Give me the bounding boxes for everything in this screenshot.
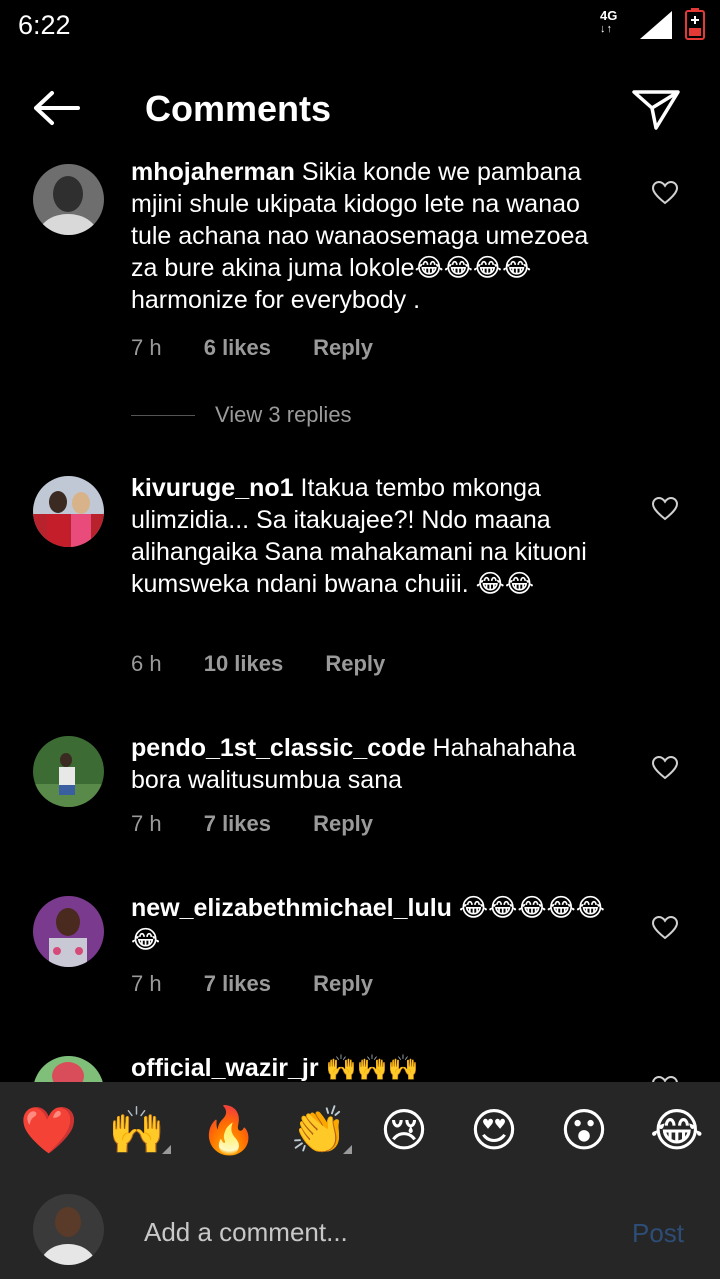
view-replies-label: View 3 replies: [215, 402, 352, 427]
replies-divider: [131, 414, 195, 416]
back-arrow-icon[interactable]: [28, 86, 84, 130]
comment-meta: 6 h 10 likes Reply: [131, 651, 421, 677]
comment-time: 7 h: [131, 971, 162, 996]
direct-share-icon[interactable]: [628, 84, 684, 134]
heart-eyes-emoji-button[interactable]: 😍: [470, 1100, 518, 1160]
page-title: Comments: [145, 88, 332, 129]
status-time: 6:22: [18, 10, 71, 40]
likes-count[interactable]: 7 likes: [204, 811, 271, 836]
crying-face-emoji-button[interactable]: 😢: [380, 1100, 428, 1160]
status-bar: 6:22 4G ↓↑: [0, 0, 720, 50]
likes-count[interactable]: 6 likes: [204, 335, 271, 360]
current-user-avatar: [33, 1194, 104, 1265]
fire-emoji-button[interactable]: 🔥: [200, 1100, 257, 1160]
comment-text: official_wazir_jr 🙌🙌🙌: [131, 1052, 621, 1082]
comment-meta: 7 h 7 likes Reply: [131, 971, 409, 997]
variant-indicator-icon: [343, 1145, 352, 1154]
avatar[interactable]: [33, 1056, 104, 1082]
variant-indicator-icon: [162, 1145, 171, 1154]
view-replies-button[interactable]: View 3 replies: [131, 402, 352, 428]
network-activity-icon: ↓↑: [600, 23, 613, 35]
comment-time: 7 h: [131, 335, 162, 360]
avatar[interactable]: [33, 476, 104, 547]
comment-content: 🙌🙌🙌: [325, 1054, 419, 1082]
reply-button[interactable]: Reply: [313, 811, 373, 836]
signal-icon: [640, 11, 672, 39]
quick-reaction-bar: ❤️ 🙌 🔥 👏 😢 😍 😮 😂: [0, 1100, 720, 1160]
reply-button[interactable]: Reply: [325, 651, 385, 676]
comment-username[interactable]: new_elizabethmichael_lulu: [131, 894, 452, 922]
likes-count[interactable]: 10 likes: [204, 651, 284, 676]
comment-username[interactable]: pendo_1st_classic_code: [131, 734, 426, 762]
comment-list[interactable]: mhojaherman Sikia konde we pambana mjini…: [0, 144, 720, 1082]
reply-button[interactable]: Reply: [313, 971, 373, 996]
tears-of-joy-emoji-button[interactable]: 😂: [650, 1100, 704, 1160]
heart-icon[interactable]: [652, 181, 678, 205]
comment-meta: 7 h 7 likes Reply: [131, 811, 409, 837]
comment-text: mhojaherman Sikia konde we pambana mjini…: [131, 156, 621, 316]
avatar[interactable]: [33, 736, 104, 807]
comment-username[interactable]: kivuruge_no1: [131, 474, 294, 502]
comment-text: kivuruge_no1 Itakua tembo mkonga ulimzid…: [131, 472, 621, 600]
surprised-face-emoji-button[interactable]: 😮: [560, 1100, 608, 1160]
comment-username[interactable]: mhojaherman: [131, 158, 295, 186]
heart-icon[interactable]: [652, 756, 678, 780]
comment-time: 7 h: [131, 811, 162, 836]
comment-text: pendo_1st_classic_code Hahahahaha bora w…: [131, 732, 621, 796]
network-type: 4G: [600, 8, 618, 23]
raising-hands-emoji-button[interactable]: 🙌: [108, 1100, 165, 1160]
post-button[interactable]: Post: [632, 1218, 684, 1249]
comment-time: 6 h: [131, 651, 162, 676]
reply-button[interactable]: Reply: [313, 335, 373, 360]
battery-icon: [685, 8, 705, 40]
comment-meta: 7 h 6 likes Reply: [131, 335, 409, 361]
comment-composer-panel: ❤️ 🙌 🔥 👏 😢 😍 😮 😂 Post: [0, 1082, 720, 1279]
comment-text: new_elizabethmichael_lulu 😂😂😂😂😂😂: [131, 892, 621, 956]
comments-header: Comments: [0, 72, 720, 144]
likes-count[interactable]: 7 likes: [204, 971, 271, 996]
comment-input[interactable]: [144, 1212, 594, 1252]
heart-icon[interactable]: [652, 916, 678, 940]
heart-icon[interactable]: [652, 497, 678, 521]
avatar[interactable]: [33, 896, 104, 967]
comment-username[interactable]: official_wazir_jr: [131, 1054, 319, 1082]
avatar[interactable]: [33, 164, 104, 235]
red-heart-emoji-button[interactable]: ❤️: [20, 1100, 77, 1160]
clapping-hands-emoji-button[interactable]: 👏: [290, 1100, 347, 1160]
